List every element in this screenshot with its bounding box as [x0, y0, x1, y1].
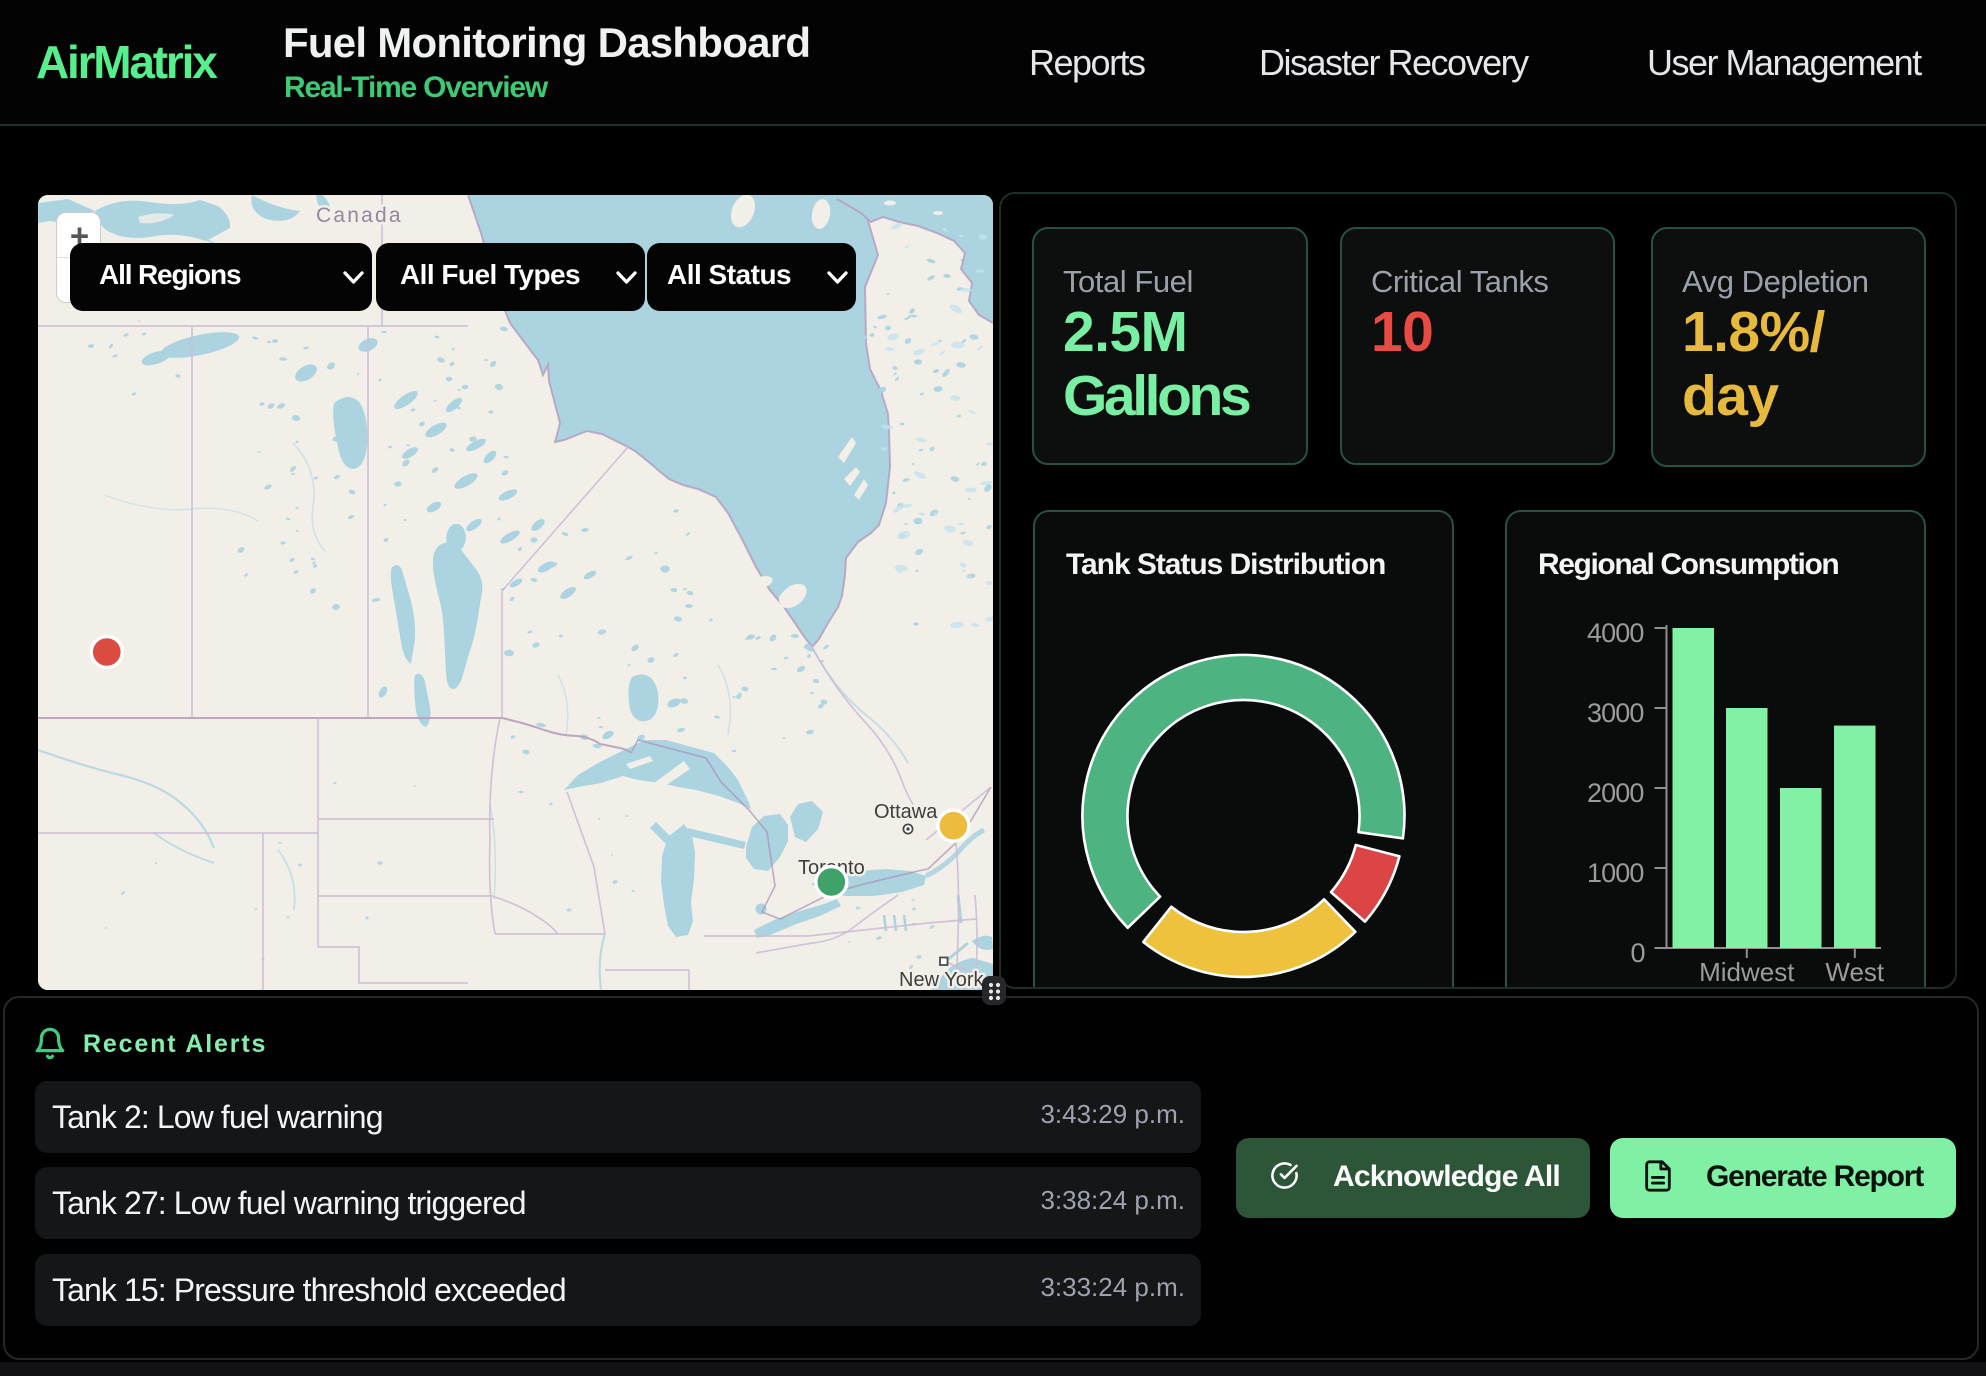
svg-text:Ottawa: Ottawa: [874, 801, 938, 823]
svg-text:1000: 1000: [1587, 858, 1643, 888]
svg-text:0: 0: [1631, 938, 1645, 968]
svg-text:Midwest: Midwest: [1699, 957, 1795, 987]
svg-text:4000: 4000: [1587, 618, 1643, 648]
svg-text:Canada: Canada: [316, 204, 403, 227]
svg-text:3000: 3000: [1587, 698, 1643, 728]
svg-text:West: West: [1825, 957, 1885, 987]
svg-text:2000: 2000: [1587, 778, 1643, 808]
svg-text:New York: New York: [899, 969, 984, 990]
